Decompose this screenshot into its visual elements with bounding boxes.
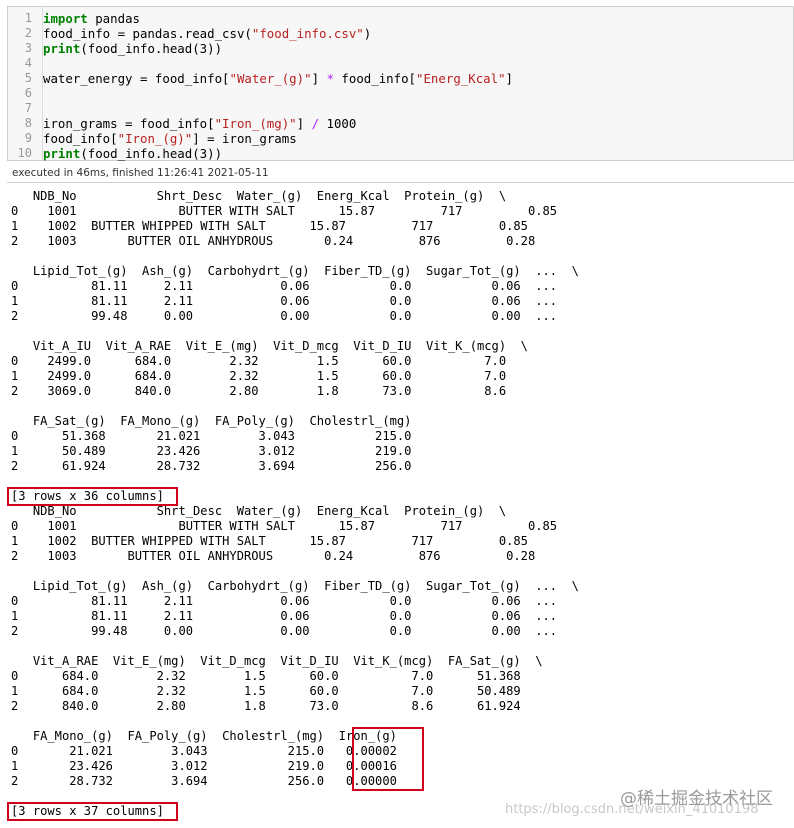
output-line: NDB_No Shrt_Desc Water_(g) Energ_Kcal Pr… (11, 189, 507, 203)
output-line: 1 23.426 3.012 219.0 0.00016 (11, 759, 397, 773)
line-number: 2 (24, 26, 32, 40)
output-line: Vit_A_RAE Vit_E_(mg) Vit_D_mcg Vit_D_IU … (11, 654, 543, 668)
code-token: "Iron_(mg)" (214, 116, 297, 131)
watermark-brand: @稀土掘金技术社区 (620, 789, 773, 809)
code-token: 1000 (319, 116, 357, 131)
code-token: ] (296, 116, 312, 131)
output-line: FA_Sat_(g) FA_Mono_(g) FA_Poly_(g) Chole… (11, 414, 412, 428)
code-token: water_energy = food_info[ (43, 71, 230, 86)
highlight-box-36-columns (7, 487, 178, 506)
output-line: 2 840.0 2.80 1.8 73.0 8.6 61.924 (11, 699, 521, 713)
code-token: "Energ_Kcal" (416, 71, 506, 86)
code-line: water_energy = food_info["Water_(g)"] * … (43, 71, 513, 86)
output-line: 1 81.11 2.11 0.06 0.0 0.06 ... (11, 609, 558, 623)
output-line: 0 81.11 2.11 0.06 0.0 0.06 ... (11, 279, 558, 293)
output-line: 0 81.11 2.11 0.06 0.0 0.06 ... (11, 594, 558, 608)
highlight-box-37-columns (7, 802, 178, 821)
code-token: food_info[ (333, 71, 417, 86)
output-line: FA_Mono_(g) FA_Poly_(g) Cholestrl_(mg) I… (11, 729, 397, 743)
output-line: 1 2499.0 684.0 2.32 1.5 60.0 7.0 (11, 369, 507, 383)
output-line: Lipid_Tot_(g) Ash_(g) Carbohydrt_(g) Fib… (11, 579, 579, 593)
code-token: pandas (87, 11, 140, 26)
output-line: 2 99.48 0.00 0.00 0.0 0.00 ... (11, 309, 558, 323)
line-number: 7 (24, 101, 32, 115)
output-line: 2 1003 BUTTER OIL ANHYDROUS 0.24 876 0.2… (11, 549, 536, 563)
code-token: food_info[ (43, 131, 118, 146)
output-line: 1 81.11 2.11 0.06 0.0 0.06 ... (11, 294, 558, 308)
line-number: 5 (24, 71, 32, 85)
output-line: Lipid_Tot_(g) Ash_(g) Carbohydrt_(g) Fib… (11, 264, 579, 278)
output-line: NDB_No Shrt_Desc Water_(g) Energ_Kcal Pr… (11, 504, 507, 518)
code-token: food_info = pandas.read_csv( (43, 26, 252, 41)
code-token: ] (505, 71, 514, 86)
code-token: print (43, 41, 81, 56)
code-line: food_info["Iron_(g)"] = iron_grams (43, 131, 297, 146)
output-line: 0 2499.0 684.0 2.32 1.5 60.0 7.0 (11, 354, 507, 368)
output-line: 2 61.924 28.732 3.694 256.0 (11, 459, 412, 473)
code-line: print(food_info.head(3)) (43, 41, 222, 56)
output-line: 2 28.732 3.694 256.0 0.00000 (11, 774, 397, 788)
line-number: 10 (17, 146, 32, 160)
code-line: import pandas (43, 11, 140, 26)
highlight-box-iron-column (352, 727, 424, 791)
code-cell[interactable]: 1 2 3 4 5 6 7 8 9 10 import pandas food_info = pan… (7, 6, 794, 161)
code-line: food_info = pandas.read_csv("food_info.c… (43, 26, 371, 41)
line-number-gutter: 1 2 3 4 5 6 7 8 9 10 (8, 7, 43, 160)
code-token: "food_info.csv" (251, 26, 364, 41)
output-line: 0 51.368 21.021 3.043 215.0 (11, 429, 412, 443)
code-token: ] = iron_grams (192, 131, 297, 146)
output-line: 0 21.021 3.043 215.0 0.00002 (11, 744, 397, 758)
code-token: print (43, 146, 81, 161)
code-token: (food_info.head(3)) (80, 146, 223, 161)
output-line: 2 1003 BUTTER OIL ANHYDROUS 0.24 876 0.2… (11, 234, 536, 248)
execution-info: executed in 46ms, finished 11:26:41 2021… (7, 163, 794, 183)
output-line: Vit_A_IU Vit_A_RAE Vit_E_(mg) Vit_D_mcg … (11, 339, 528, 353)
code-token: (food_info.head(3)) (80, 41, 223, 56)
output-line: 1 1002 BUTTER WHIPPED WITH SALT 15.87 71… (11, 219, 528, 233)
output-line: 0 1001 BUTTER WITH SALT 15.87 717 0.85 (11, 204, 558, 218)
output-line: 2 99.48 0.00 0.00 0.0 0.00 ... (11, 624, 558, 638)
line-number: 8 (24, 116, 32, 130)
line-number: 6 (24, 86, 32, 100)
code-token: import (43, 11, 88, 26)
code-line: print(food_info.head(3)) (43, 146, 222, 161)
output-line: 2 3069.0 840.0 2.80 1.8 73.0 8.6 (11, 384, 507, 398)
code-token: ) (363, 26, 372, 41)
output-line: 0 684.0 2.32 1.5 60.0 7.0 51.368 (11, 669, 521, 683)
line-number: 4 (24, 56, 32, 70)
code-token: ] (311, 71, 327, 86)
line-number: 1 (24, 11, 32, 25)
line-number: 9 (24, 131, 32, 145)
output-line: 0 1001 BUTTER WITH SALT 15.87 717 0.85 (11, 519, 558, 533)
code-token: "Iron_(g)" (117, 131, 193, 146)
code-token: * (326, 71, 334, 86)
code-line: iron_grams = food_info["Iron_(mg)"] / 10… (43, 116, 356, 131)
output-line: 1 1002 BUTTER WHIPPED WITH SALT 15.87 71… (11, 534, 528, 548)
line-number: 3 (24, 41, 32, 55)
output-line: 1 684.0 2.32 1.5 60.0 7.0 50.489 (11, 684, 521, 698)
code-token: "Water_(g)" (229, 71, 312, 86)
code-token: / (311, 116, 320, 131)
code-token: iron_grams = food_info[ (43, 116, 215, 131)
output-line: 1 50.489 23.426 3.012 219.0 (11, 444, 412, 458)
